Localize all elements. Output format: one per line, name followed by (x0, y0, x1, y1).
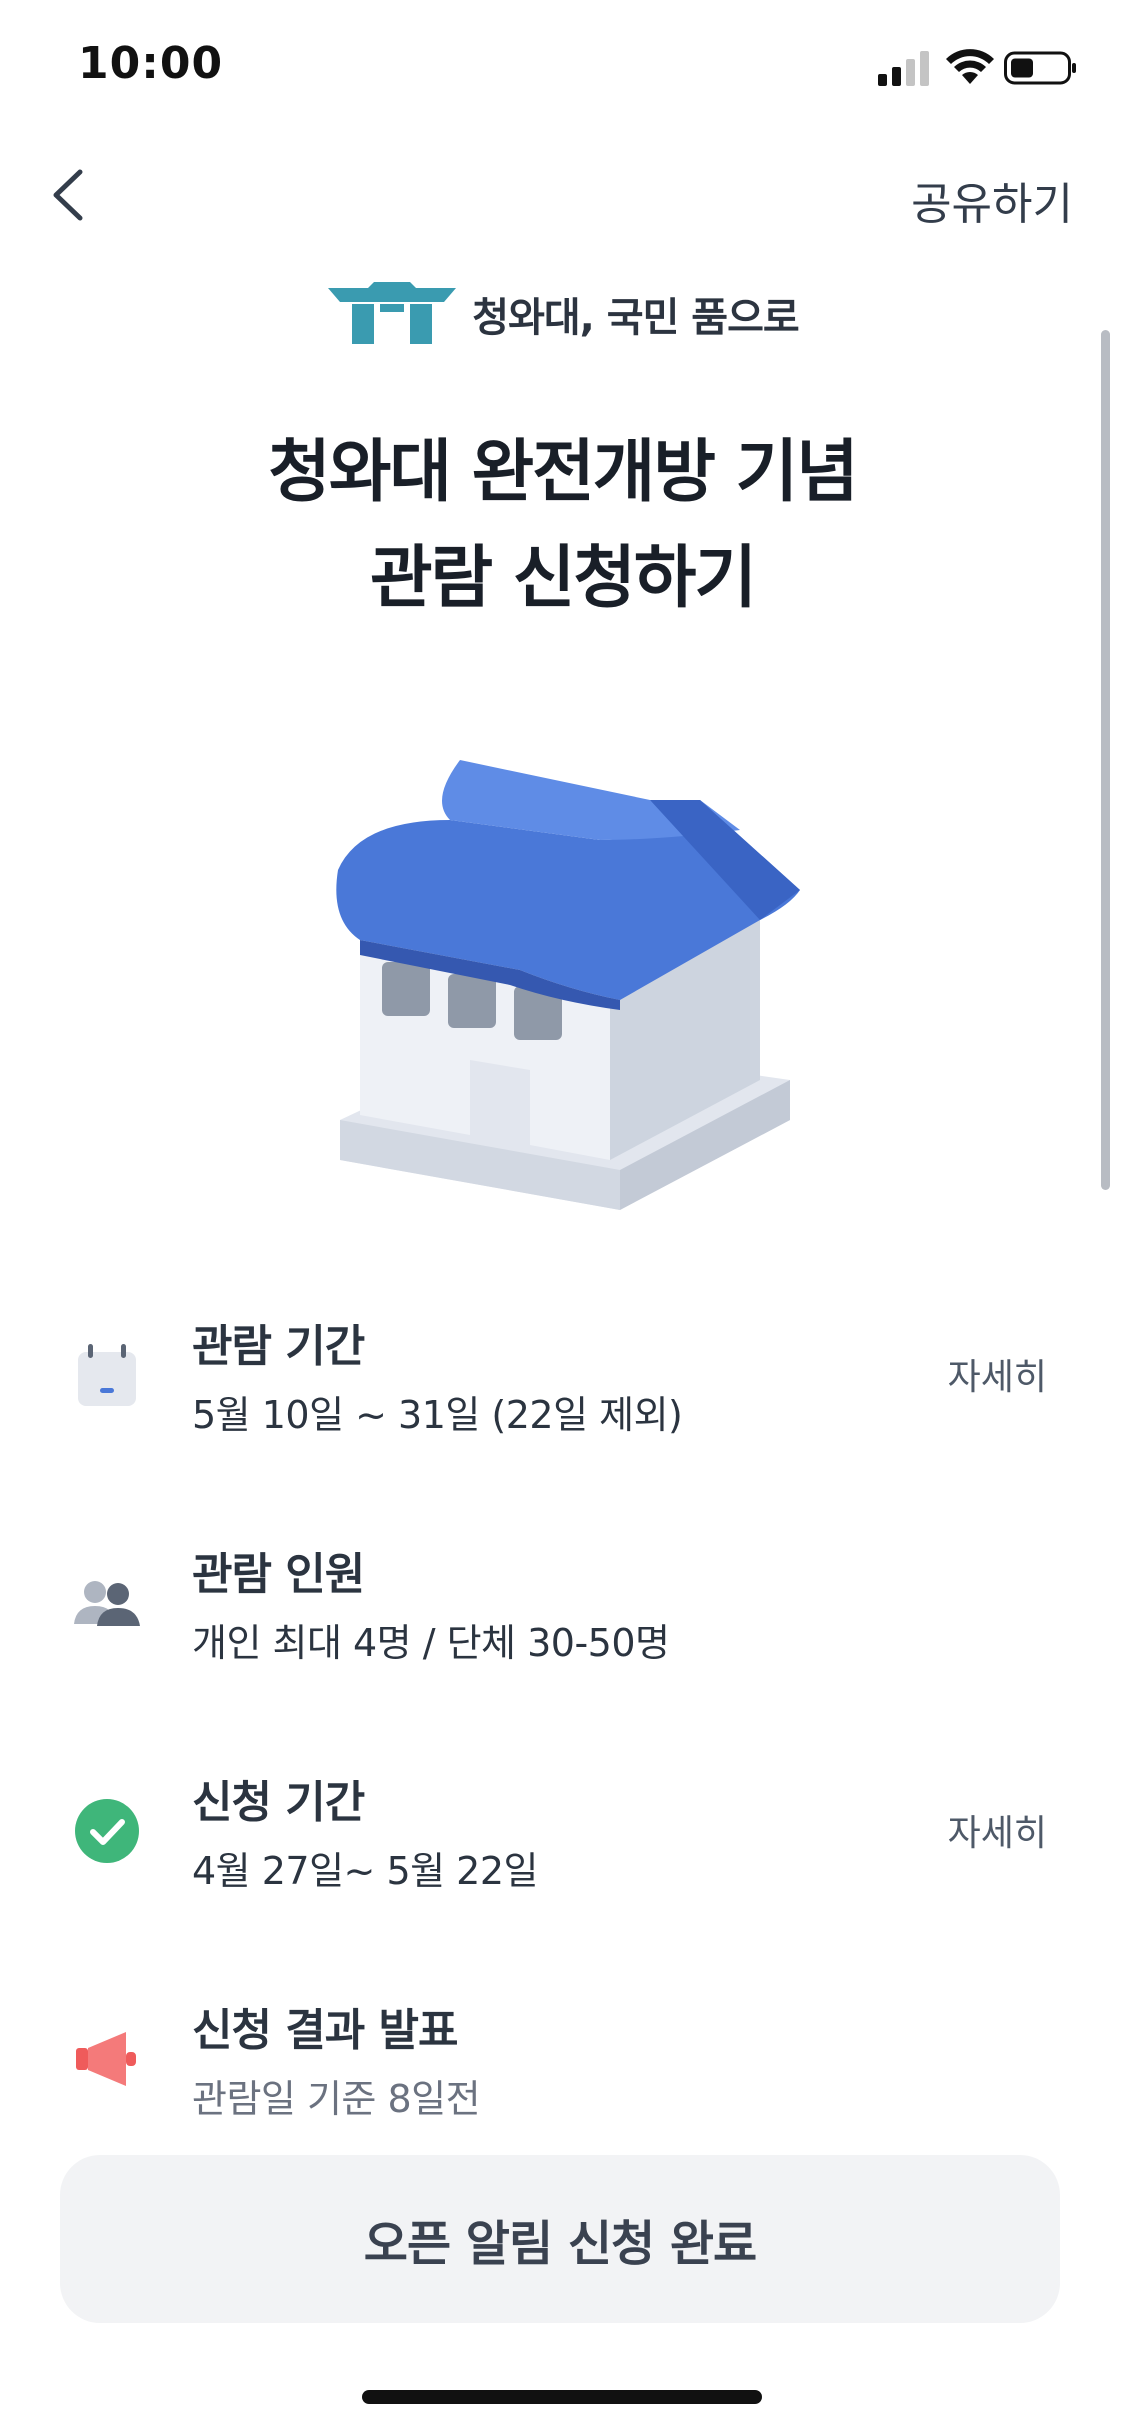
info-title: 신청 결과 발표 (192, 2005, 459, 2056)
back-button[interactable] (40, 160, 100, 230)
detail-link[interactable]: 자세히 (948, 1348, 1047, 1400)
blue-house-logo-icon (328, 282, 457, 344)
status-bar: 10:00 (0, 0, 1125, 140)
home-indicator (362, 2390, 762, 2404)
info-title: 관람 기간 (192, 1321, 365, 1372)
wifi-icon (946, 49, 994, 84)
info-subtitle: 4월 27일~ 5월 22일 (192, 1849, 538, 1893)
info-item-result-announcement: 신청 결과 발표 관람일 기준 8일전 (0, 1984, 1125, 2184)
info-title: 관람 인원 (192, 1549, 365, 1600)
megaphone-icon (76, 2032, 136, 2086)
blue-house-illustration (336, 760, 800, 1210)
battery-icon (1004, 51, 1076, 85)
people-icon (74, 1581, 140, 1626)
check-circle-icon (75, 1799, 139, 1863)
brand-logo-text: 청와대, 국민 품으로 (472, 295, 799, 341)
brand-logo: 청와대, 국민 품으로 (0, 282, 1125, 362)
title-line-2: 관람 신청하기 (369, 539, 757, 618)
open-notification-button[interactable]: 오픈 알림 신청 완료 (60, 2155, 1060, 2323)
info-item-application-period: 신청 기간 4월 27일~ 5월 22일 자세히 (0, 1756, 1125, 1956)
info-subtitle: 관람일 기준 8일전 (192, 2077, 481, 2121)
status-time: 10:00 (78, 38, 224, 89)
detail-link[interactable]: 자세히 (948, 1804, 1047, 1856)
info-subtitle: 개인 최대 4명 / 단체 30-50명 (192, 1621, 670, 1665)
info-item-viewing-period: 관람 기간 5월 10일 ~ 31일 (22일 제외) 자세히 (0, 1300, 1125, 1500)
cellular-signal-icon (878, 51, 929, 86)
info-title: 신청 기간 (192, 1777, 365, 1828)
share-button[interactable]: 공유하기 (911, 168, 1073, 232)
calendar-icon (78, 1344, 136, 1406)
info-subtitle: 5월 10일 ~ 31일 (22일 제외) (192, 1393, 683, 1437)
info-item-visitor-count: 관람 인원 개인 최대 4명 / 단체 30-50명 (0, 1528, 1125, 1728)
page-title: 청와대 완전개방 기념 관람 신청하기 (0, 420, 1125, 632)
title-line-1: 청와대 완전개방 기념 (268, 433, 858, 512)
scrollbar[interactable] (1101, 330, 1110, 1190)
nav-bar: 공유하기 (0, 140, 1125, 250)
chevron-left-icon (53, 169, 83, 221)
